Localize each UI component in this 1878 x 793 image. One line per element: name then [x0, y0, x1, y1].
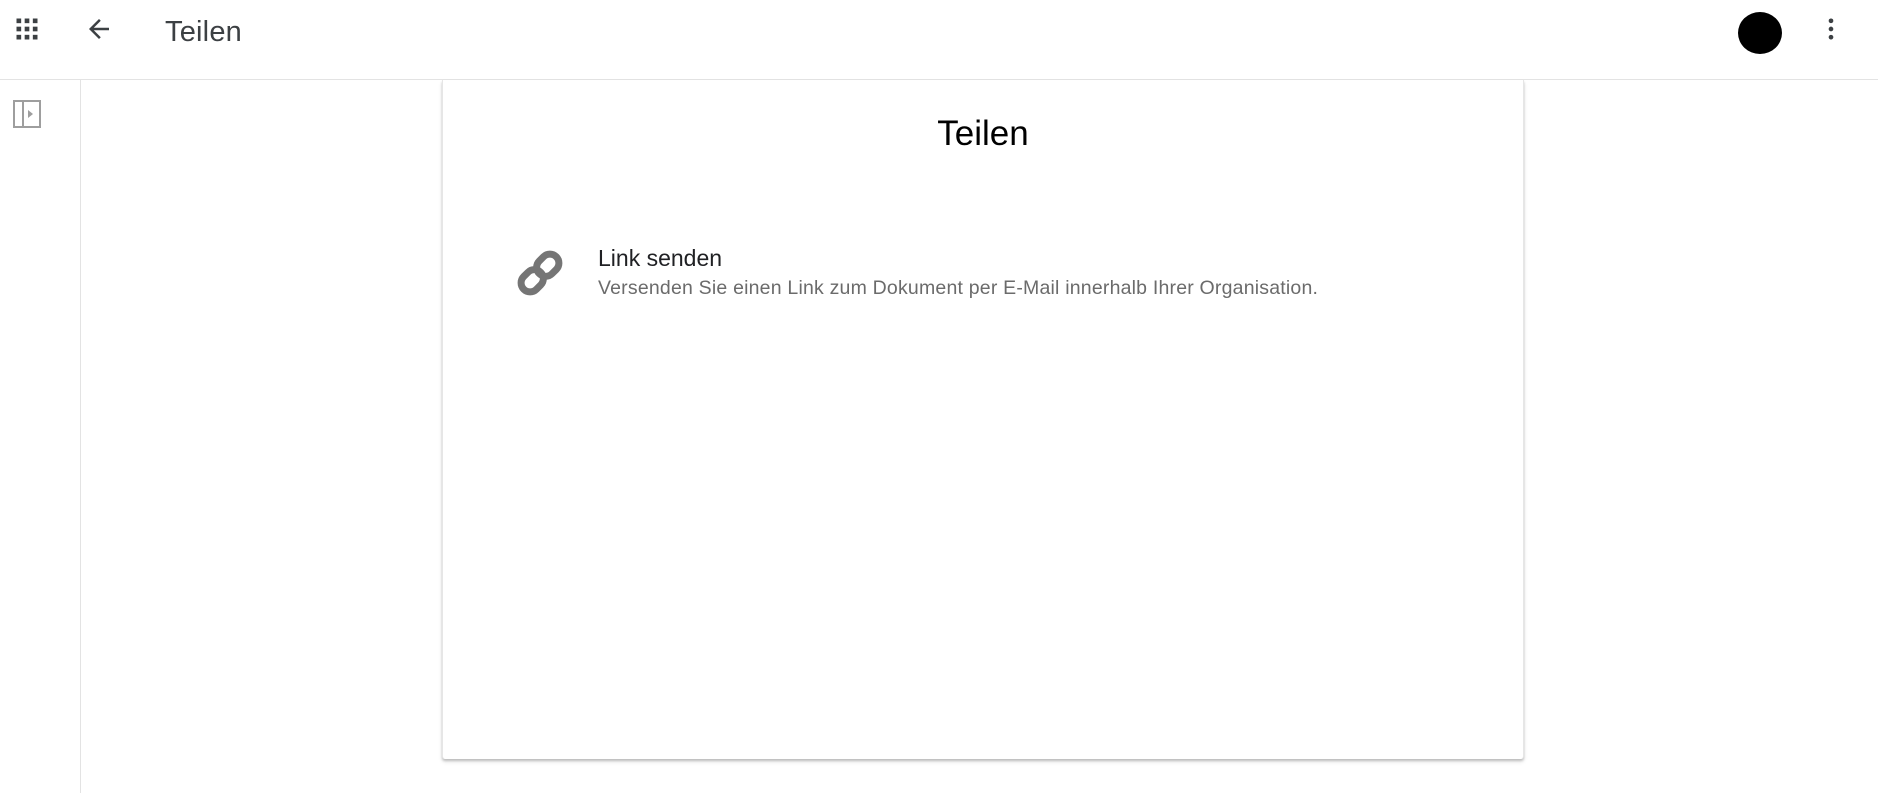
apps-button[interactable]: [3, 7, 51, 55]
more-options-button[interactable]: [1807, 7, 1855, 55]
link-icon: [513, 246, 567, 300]
side-panel-toggle-button[interactable]: [11, 99, 43, 133]
page-title: Teilen: [165, 16, 242, 48]
share-card: Teilen Link senden Versenden Sie einen L…: [442, 80, 1524, 759]
send-link-option[interactable]: Link senden Versenden Sie einen Link zum…: [513, 240, 1433, 312]
card-title: Teilen: [937, 114, 1029, 153]
arrow-back-icon: [84, 14, 114, 49]
left-rail: [0, 80, 81, 793]
apps-grid-icon: [13, 15, 41, 48]
app-bar: Teilen: [0, 0, 1878, 80]
option-description: Versenden Sie einen Link zum Dokument pe…: [598, 277, 1319, 299]
back-button[interactable]: [75, 7, 123, 55]
more-vert-icon: [1817, 15, 1845, 48]
avatar[interactable]: [1738, 12, 1782, 54]
option-label: Link senden: [598, 245, 723, 271]
side-panel-toggle-icon: [12, 99, 42, 134]
